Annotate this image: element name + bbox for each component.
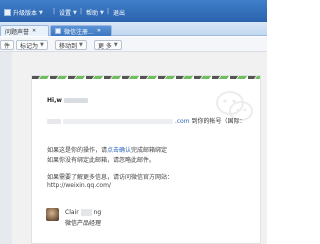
menu-separator: |: [53, 8, 56, 15]
chevron-down-icon: ▼: [113, 42, 118, 48]
chevron-down-icon: ▼: [40, 42, 44, 48]
signature-name: Clair ng: [65, 209, 101, 216]
email-address-link[interactable]: .com: [175, 118, 190, 125]
more-button[interactable]: 更 多 ▼: [94, 40, 122, 50]
para-1-text-a: 如果这是你的操作，请: [47, 147, 108, 154]
chevron-down-icon: ▼: [79, 42, 83, 48]
para-1-text-b: 完成邮箱绑定: [131, 147, 168, 154]
window-icon: [4, 9, 11, 16]
menu-settings-label: 设置: [59, 10, 72, 17]
chevron-down-icon: ▼: [100, 9, 104, 16]
toolbar-button-1-label: 件: [4, 42, 11, 50]
tab-question[interactable]: 问题声誉 ✕: [0, 25, 49, 36]
redacted-text: [47, 119, 61, 124]
signature-name-b: ng: [93, 209, 102, 216]
greeting-text: Hi,w: [47, 97, 62, 104]
avatar: [46, 208, 59, 221]
menu-logout[interactable]: 退出: [113, 8, 125, 17]
email-line-1-text: 到你的帐号（国际：: [191, 118, 246, 125]
menu-help[interactable]: 帮助 ▼: [86, 8, 104, 18]
email-greeting: Hi,w: [47, 97, 88, 104]
tab-wechat-register-label: 微信注册...: [64, 28, 94, 36]
mail-icon: [55, 28, 61, 34]
menu-logout-label: 退出: [113, 10, 126, 17]
tab-wechat-register[interactable]: 微信注册... ✕: [50, 25, 112, 36]
signature-title: 微信产品经理: [65, 220, 102, 227]
redacted-text: [80, 209, 92, 216]
chevron-down-icon: ▼: [39, 9, 43, 16]
email-para-1-line-1: 如果这是你的操作，请点击确认完成邮箱绑定: [47, 145, 167, 154]
email-para-1-line-2: 如果你没有绑定此邮箱，请忽略此邮件。: [47, 157, 156, 164]
move-to-button[interactable]: 移动到 ▼: [55, 40, 87, 50]
email-line-1: .com 到你的帐号（国际：: [47, 116, 246, 125]
close-icon[interactable]: ✕: [32, 28, 36, 34]
toolbar-button-1[interactable]: 件: [0, 40, 15, 50]
tab-question-label: 问题声誉: [5, 28, 30, 36]
redacted-username: [64, 98, 88, 103]
more-label: 更 多: [98, 42, 112, 50]
chevron-down-icon: ▼: [73, 9, 77, 16]
mark-as-button[interactable]: 标记为 ▼: [16, 40, 48, 50]
signature-name-a: Clair: [65, 209, 79, 216]
menu-separator: |: [80, 8, 83, 15]
menu-settings[interactable]: 设置 ▼: [59, 8, 77, 18]
menu-upgrade[interactable]: 升级版本 ▼: [4, 8, 43, 17]
confirm-link[interactable]: 点击确认: [107, 147, 131, 154]
menu-separator: |: [107, 8, 110, 15]
mark-as-label: 标记为: [20, 42, 39, 50]
redacted-text: [62, 119, 173, 124]
menu-upgrade-label: 升级版本: [13, 10, 38, 17]
menu-bar: 升级版本 ▼ | 设置 ▼ | 帮助 ▼ | 退出: [0, 0, 267, 22]
email-letter: Hi,w .com 到你的帐号（国际： 如果这是你的操作，请点击确认完成邮箱绑定…: [31, 75, 261, 244]
mail-toolbar: 件 标记为 ▼ 移动到 ▼ 更 多 ▼: [0, 37, 267, 52]
menu-help-label: 帮助: [86, 10, 99, 17]
left-panel-edge: [0, 52, 12, 244]
email-para-2-line-1: 如果需要了解更多信息，请访问微信官方网站：: [47, 174, 174, 181]
envelope-stripes: [32, 76, 260, 79]
move-to-label: 移动到: [59, 42, 78, 50]
wechat-website-link[interactable]: http://weixin.qq.com/: [47, 182, 111, 189]
close-icon[interactable]: ✕: [97, 28, 101, 34]
tab-bar: 问题声誉 ✕ 微信注册... ✕: [0, 22, 267, 36]
